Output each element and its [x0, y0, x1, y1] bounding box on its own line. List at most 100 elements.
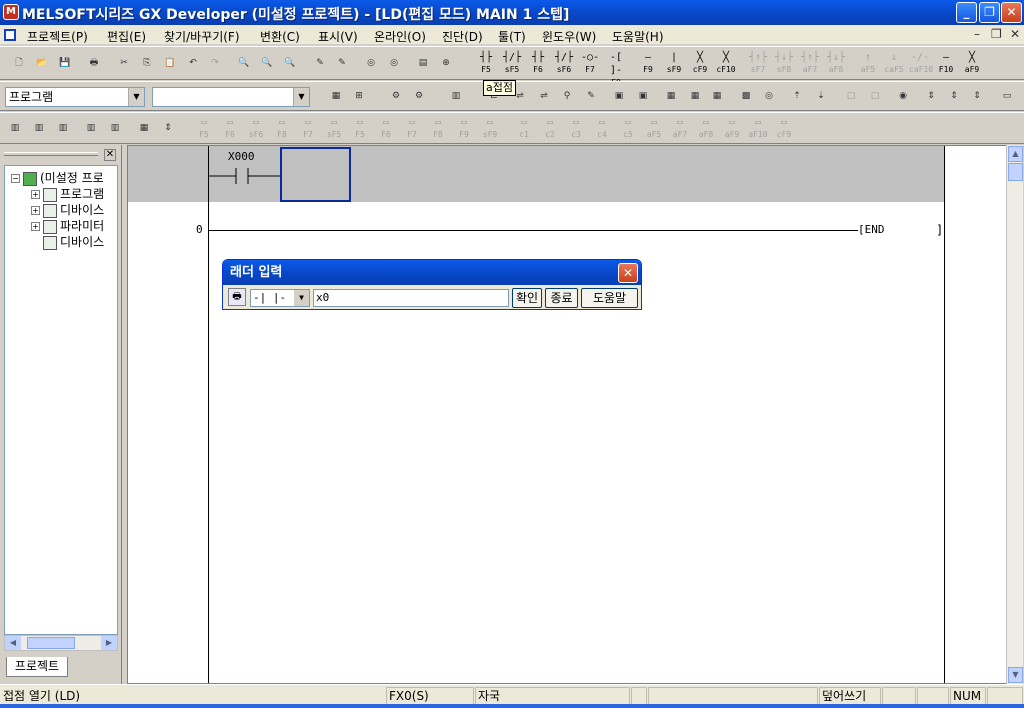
tool-icon[interactable]: ▥	[4, 117, 26, 139]
device-search-icon[interactable]: 🔍	[233, 52, 255, 74]
help-button[interactable]: 도움말	[581, 288, 638, 308]
fkey-button-f9[interactable]: ▭ F9	[452, 115, 476, 141]
scroll-down-icon[interactable]: ▼	[1008, 667, 1023, 683]
instruction-type-select[interactable]: -| |- ▼	[250, 289, 310, 307]
tree-item-parameter[interactable]: + 파라미터	[31, 218, 104, 234]
scroll-thumb[interactable]	[27, 637, 75, 649]
menu-tools[interactable]: 툴(T)	[498, 28, 526, 45]
horizontal-scrollbar[interactable]: ◀ ▶	[4, 635, 118, 651]
tool-icon[interactable]: ▣	[632, 85, 654, 107]
fkey-button-sf5[interactable]: ▭ sF5	[322, 115, 346, 141]
expand-icon[interactable]: +	[31, 190, 40, 199]
dialog-close-button[interactable]: ✕	[618, 263, 638, 283]
fkey-button-af7[interactable]: ▭ aF7	[668, 115, 692, 141]
open-folder-icon[interactable]: 📂	[31, 52, 53, 74]
tool-icon[interactable]: ✎	[580, 85, 602, 107]
mdi-restore-icon[interactable]: ❐	[991, 27, 1002, 41]
ladder-cursor[interactable]	[280, 147, 351, 202]
collapse-icon[interactable]: −	[11, 174, 20, 183]
tree-item-device-comment[interactable]: + 디바이스	[31, 202, 104, 218]
restore-button[interactable]: ❐	[979, 2, 1000, 23]
fkey-button-af5[interactable]: ↑ aF5	[856, 50, 880, 76]
menu-online[interactable]: 온라인(O)	[374, 28, 426, 45]
redo-icon[interactable]: ↷	[204, 52, 226, 74]
fkey-button-sf6[interactable]: ┤/├ sF6	[552, 50, 576, 76]
tool-icon[interactable]: ▥	[80, 117, 102, 139]
paste-icon[interactable]: 📋	[159, 52, 181, 74]
vertical-scrollbar[interactable]: ▲ ▼	[1006, 145, 1023, 684]
fkey-button-af9[interactable]: ╳ aF9	[960, 50, 984, 76]
fkey-button-c4[interactable]: ▭ c4	[590, 115, 614, 141]
tool-icon[interactable]: ◎	[758, 85, 780, 107]
instruction-input[interactable]: x0	[313, 289, 509, 307]
new-file-icon[interactable]: 🗋	[8, 52, 30, 74]
mdi-minimize-icon[interactable]: –	[974, 27, 980, 41]
menu-convert[interactable]: 변환(C)	[260, 28, 300, 45]
fkey-button-af7[interactable]: ┤↑├ aF7	[798, 50, 822, 76]
fkey-button-caf5[interactable]: ↓ caF5	[882, 50, 906, 76]
minimize-button[interactable]: _	[956, 2, 977, 23]
expand-icon[interactable]: +	[31, 206, 40, 215]
menu-diagnostics[interactable]: 진단(D)	[442, 28, 483, 45]
fkey-button-cf9[interactable]: ╳ cF9	[688, 50, 712, 76]
fkey-button-f8[interactable]: -[ ]-F8	[604, 50, 628, 87]
tool-icon[interactable]: ▦	[660, 85, 682, 107]
tool-icon[interactable]: ▥	[104, 117, 126, 139]
tool-icon[interactable]: ◉	[892, 85, 914, 107]
tool-icon[interactable]: ▥	[52, 117, 74, 139]
fkey-button-f8[interactable]: ▭ F8	[270, 115, 294, 141]
fkey-button-cf10[interactable]: ╳ cF10	[714, 50, 738, 76]
string-search-icon[interactable]: 🔍	[279, 52, 301, 74]
fkey-button-f5[interactable]: ▭ F5	[348, 115, 372, 141]
print-icon[interactable]: 🖶	[83, 52, 105, 74]
menu-help[interactable]: 도움말(H)	[612, 28, 664, 45]
tree-item-device-memory[interactable]: 디바이스	[43, 234, 104, 250]
tool-icon[interactable]: ⚙	[408, 85, 430, 107]
monitor-icon[interactable]: ◎	[360, 52, 382, 74]
fkey-button-c1[interactable]: ▭ c1	[512, 115, 536, 141]
tool-icon[interactable]: ⇕	[966, 85, 988, 107]
fkey-button-af8[interactable]: ┤↓├ aF8	[824, 50, 848, 76]
fkey-button-af8[interactable]: ▭ aF8	[694, 115, 718, 141]
undo-icon[interactable]: ↶	[182, 52, 204, 74]
fkey-button-caf10[interactable]: -/- caF10	[908, 50, 933, 76]
zoom-icon[interactable]: ⊕	[435, 52, 457, 74]
tool-icon[interactable]: ⇌	[533, 85, 555, 107]
scroll-left-icon[interactable]: ◀	[5, 636, 21, 650]
fkey-button-f5[interactable]: ▭ F5	[192, 115, 216, 141]
tool-icon[interactable]: ▭	[996, 85, 1018, 107]
program-combo[interactable]: ▼	[152, 87, 310, 107]
scroll-thumb[interactable]	[1008, 163, 1023, 181]
contact-symbol[interactable]	[208, 166, 288, 186]
scroll-up-icon[interactable]: ▲	[1008, 146, 1023, 162]
fkey-button-f10[interactable]: — F10	[934, 50, 958, 76]
tool-icon[interactable]: ⚲	[556, 85, 578, 107]
instruction-search-icon[interactable]: 🔍	[256, 52, 278, 74]
fkey-button-f6[interactable]: ┤├ F6	[526, 50, 550, 76]
app-icon[interactable]: M	[3, 4, 19, 20]
fkey-button-sf7[interactable]: ┤↑├ sF7	[746, 50, 770, 76]
expand-icon[interactable]: +	[31, 222, 40, 231]
fkey-button-af5[interactable]: ▭ aF5	[642, 115, 666, 141]
fkey-button-f9[interactable]: — F9	[636, 50, 660, 76]
menu-window[interactable]: 윈도우(W)	[542, 28, 596, 45]
fkey-button-sf6[interactable]: ▭ sF6	[244, 115, 268, 141]
write-plc-icon[interactable]: ✎	[309, 52, 331, 74]
fkey-button-f7[interactable]: ▭ F7	[400, 115, 424, 141]
monitor-write-icon[interactable]: ◎	[383, 52, 405, 74]
tool-icon[interactable]: ▦	[706, 85, 728, 107]
fkey-button-cf9[interactable]: ▭ cF9	[772, 115, 796, 141]
pane-grip[interactable]	[4, 152, 98, 156]
menu-find-replace[interactable]: 찾기/바꾸기(F)	[164, 28, 240, 45]
tool-icon[interactable]: ⇣	[810, 85, 832, 107]
comment-icon[interactable]: ▤	[412, 52, 434, 74]
list-view-icon[interactable]: ⊞	[348, 85, 370, 107]
tree-item-program[interactable]: + 프로그램	[31, 186, 104, 202]
save-icon[interactable]: 💾	[54, 52, 76, 74]
printer-icon[interactable]: 🖶	[228, 288, 246, 306]
fkey-button-c5[interactable]: ▭ c5	[616, 115, 640, 141]
menu-edit[interactable]: 편집(E)	[107, 28, 146, 45]
chevron-down-icon[interactable]: ▼	[293, 88, 309, 106]
fkey-button-f7[interactable]: -○- F7	[578, 50, 602, 76]
chevron-down-icon[interactable]: ▼	[128, 88, 144, 106]
